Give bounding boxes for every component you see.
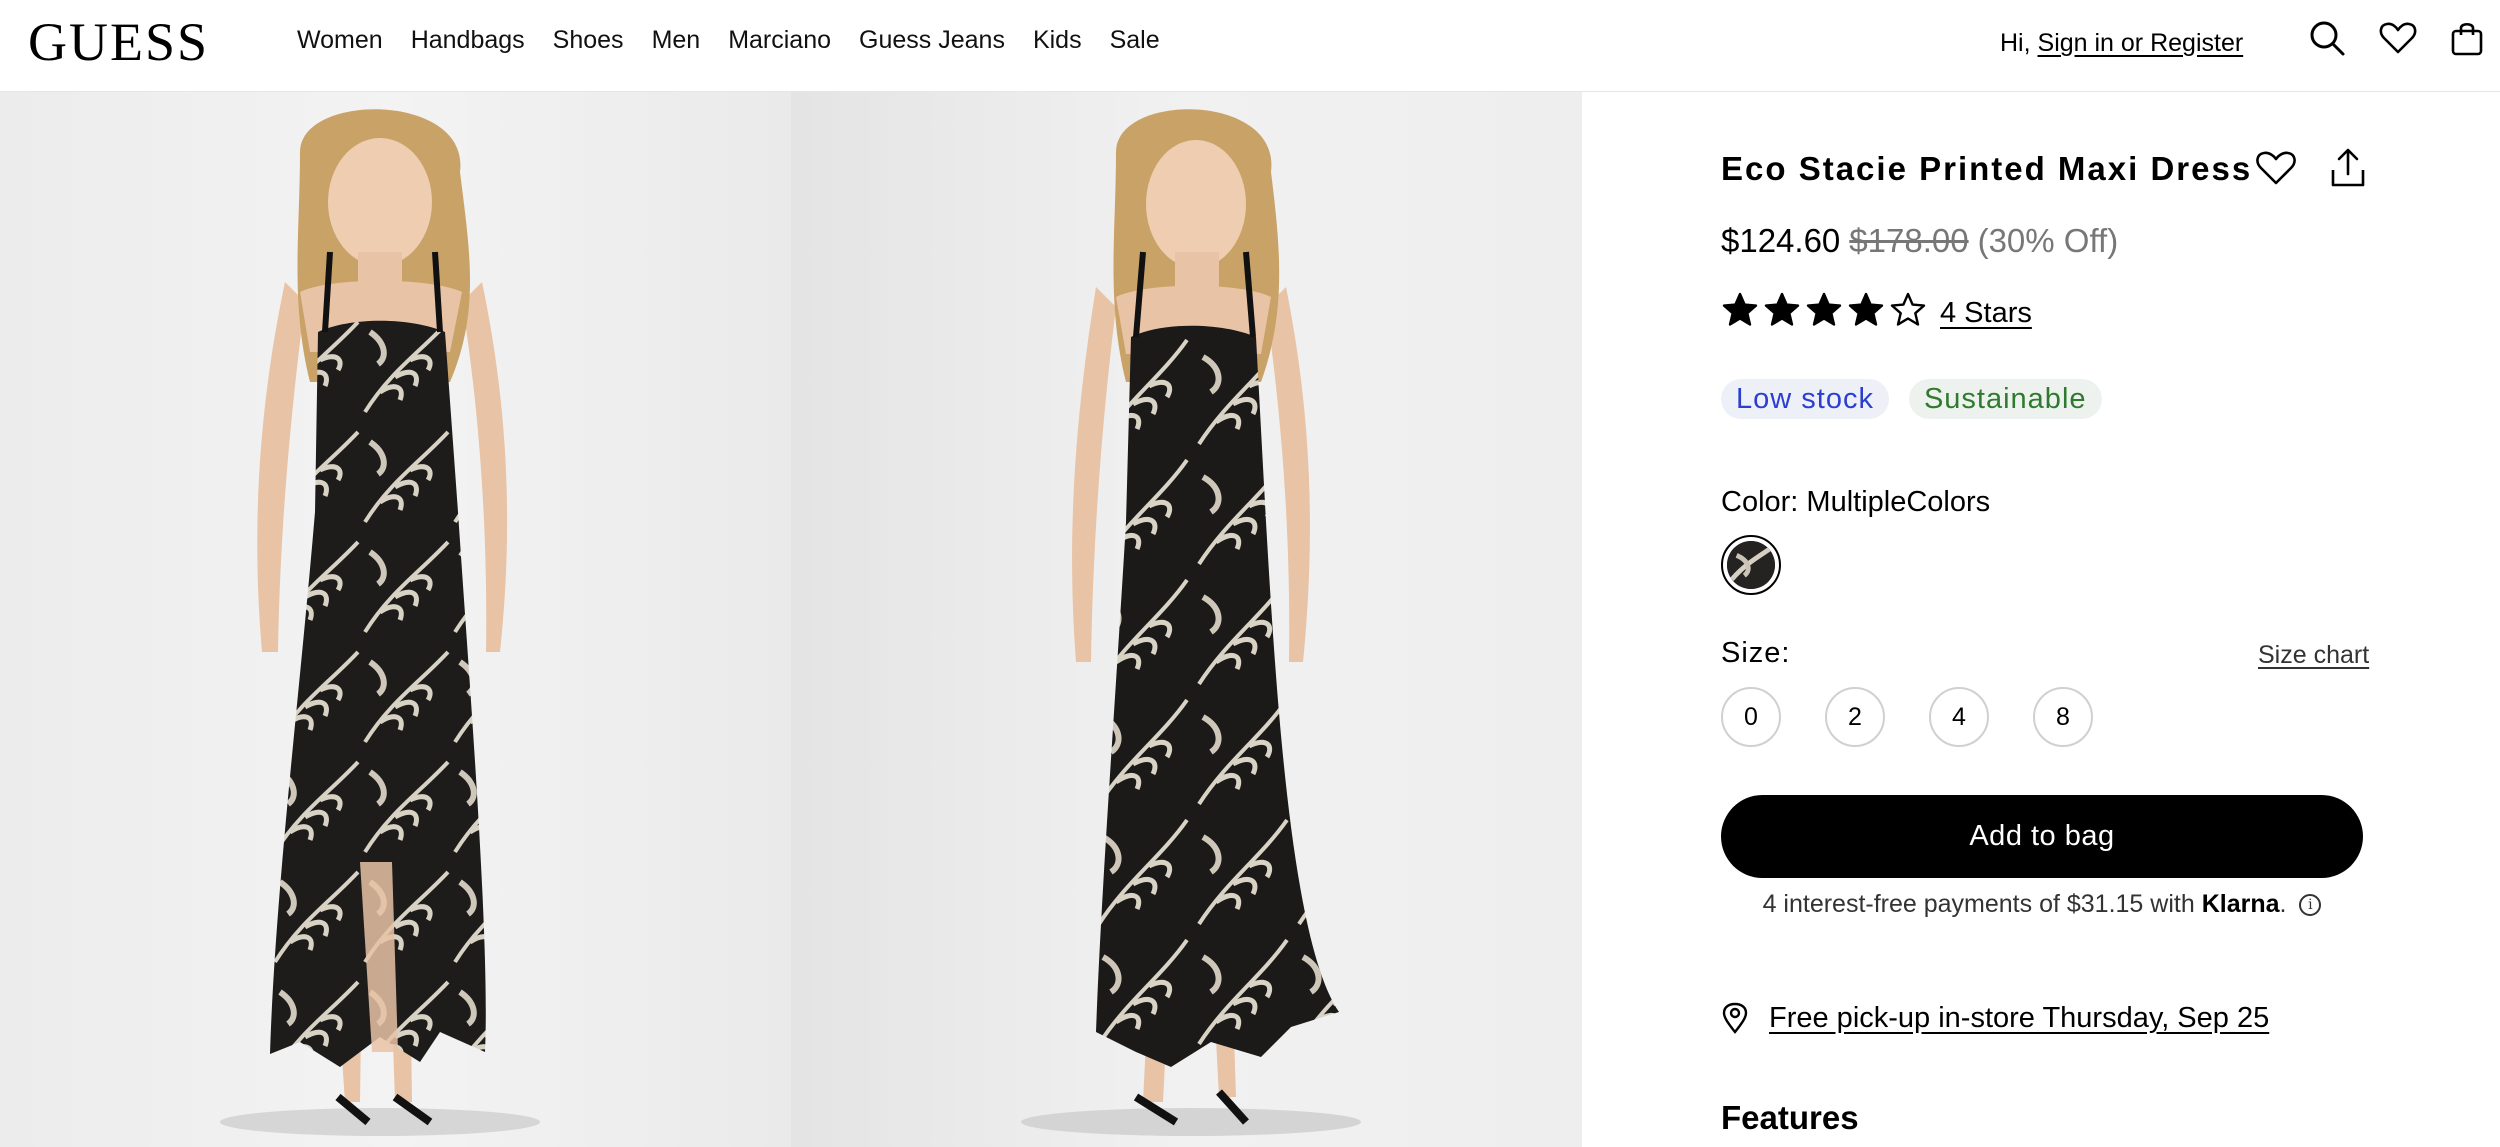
pickup-text[interactable]: Free pick-up in-store Thursday, Sep 25: [1769, 1000, 2269, 1036]
size-chart-link[interactable]: Size chart: [2258, 639, 2369, 671]
search-icon[interactable]: [2307, 18, 2347, 58]
sign-in-link[interactable]: Sign in or Register: [2038, 29, 2244, 57]
info-icon[interactable]: i: [2299, 894, 2322, 917]
color-label: Color: MultipleColors: [1721, 486, 1991, 518]
color-swatch-image: [1727, 541, 1775, 589]
features-heading: Features: [1721, 1099, 1859, 1136]
product-gallery: [0, 92, 1582, 1147]
guess-logo[interactable]: GUESS: [28, 12, 209, 72]
rating-stars: [1721, 291, 1927, 329]
star-empty-icon: [1890, 292, 1926, 326]
rating-link[interactable]: 4 Stars: [1940, 295, 2032, 331]
size-label: Size:: [1721, 637, 1791, 669]
nav-item-guess-jeans[interactable]: Guess Jeans: [859, 24, 1005, 56]
bag-icon[interactable]: [2447, 18, 2487, 58]
klarna-installments: 4 interest-free payments of $31.15 with …: [1721, 888, 2363, 920]
nav-item-kids[interactable]: Kids: [1033, 24, 1082, 56]
original-price: $178.00: [1849, 222, 1969, 259]
size-option-8[interactable]: 8: [2033, 687, 2093, 747]
star-filled-icon: [1806, 292, 1842, 326]
product-details-panel: Eco Stacie Printed Maxi Dress $124.60 $1…: [1582, 92, 2500, 1147]
klarna-suffix: .: [2279, 890, 2287, 918]
wishlist-heart-icon[interactable]: [2254, 146, 2298, 190]
account-greeting: Hi, Sign in or Register: [2000, 27, 2243, 59]
site-header: GUESS Women Handbags Shoes Men Marciano …: [0, 0, 2500, 92]
badges: Low stock Sustainable: [1721, 379, 2102, 419]
nav-item-shoes[interactable]: Shoes: [553, 24, 624, 56]
size-options: 0 2 4 8: [1721, 687, 2093, 747]
product-title: Eco Stacie Printed Maxi Dress: [1721, 150, 2253, 187]
klarna-text: 4 interest-free payments of $31.15 with: [1762, 890, 2195, 918]
greeting-text: Hi,: [2000, 29, 2031, 57]
nav-item-handbags[interactable]: Handbags: [411, 24, 525, 56]
nav-item-women[interactable]: Women: [297, 24, 383, 56]
share-icon[interactable]: [2326, 146, 2370, 190]
product-image-front[interactable]: [0, 92, 791, 1147]
nav-item-marciano[interactable]: Marciano: [728, 24, 831, 56]
star-filled-icon: [1848, 292, 1884, 326]
discount-percent: (30% Off): [1977, 222, 2119, 259]
klarna-logo: Klarna: [2201, 890, 2280, 918]
size-option-0[interactable]: 0: [1721, 687, 1781, 747]
location-pin-icon: [1722, 1002, 1748, 1034]
product-image-side[interactable]: [791, 92, 1582, 1147]
store-pickup-link[interactable]: Free pick-up in-store Thursday, Sep 25: [1721, 1000, 2269, 1036]
heart-icon[interactable]: [2378, 18, 2418, 58]
size-option-4[interactable]: 4: [1929, 687, 1989, 747]
sale-price: $124.60: [1721, 222, 1841, 259]
size-option-2[interactable]: 2: [1825, 687, 1885, 747]
main-nav: Women Handbags Shoes Men Marciano Guess …: [297, 24, 1160, 56]
nav-item-sale[interactable]: Sale: [1110, 24, 1160, 56]
color-swatch-multiple[interactable]: [1721, 535, 1781, 595]
sustainable-badge: Sustainable: [1908, 379, 2102, 419]
star-filled-icon: [1722, 292, 1758, 326]
add-to-bag-button[interactable]: Add to bag: [1721, 795, 2363, 878]
low-stock-badge: Low stock: [1721, 379, 1889, 419]
nav-item-men[interactable]: Men: [652, 24, 701, 56]
price-row: $124.60 $178.00 (30% Off): [1721, 220, 2118, 262]
star-filled-icon: [1764, 292, 1800, 326]
